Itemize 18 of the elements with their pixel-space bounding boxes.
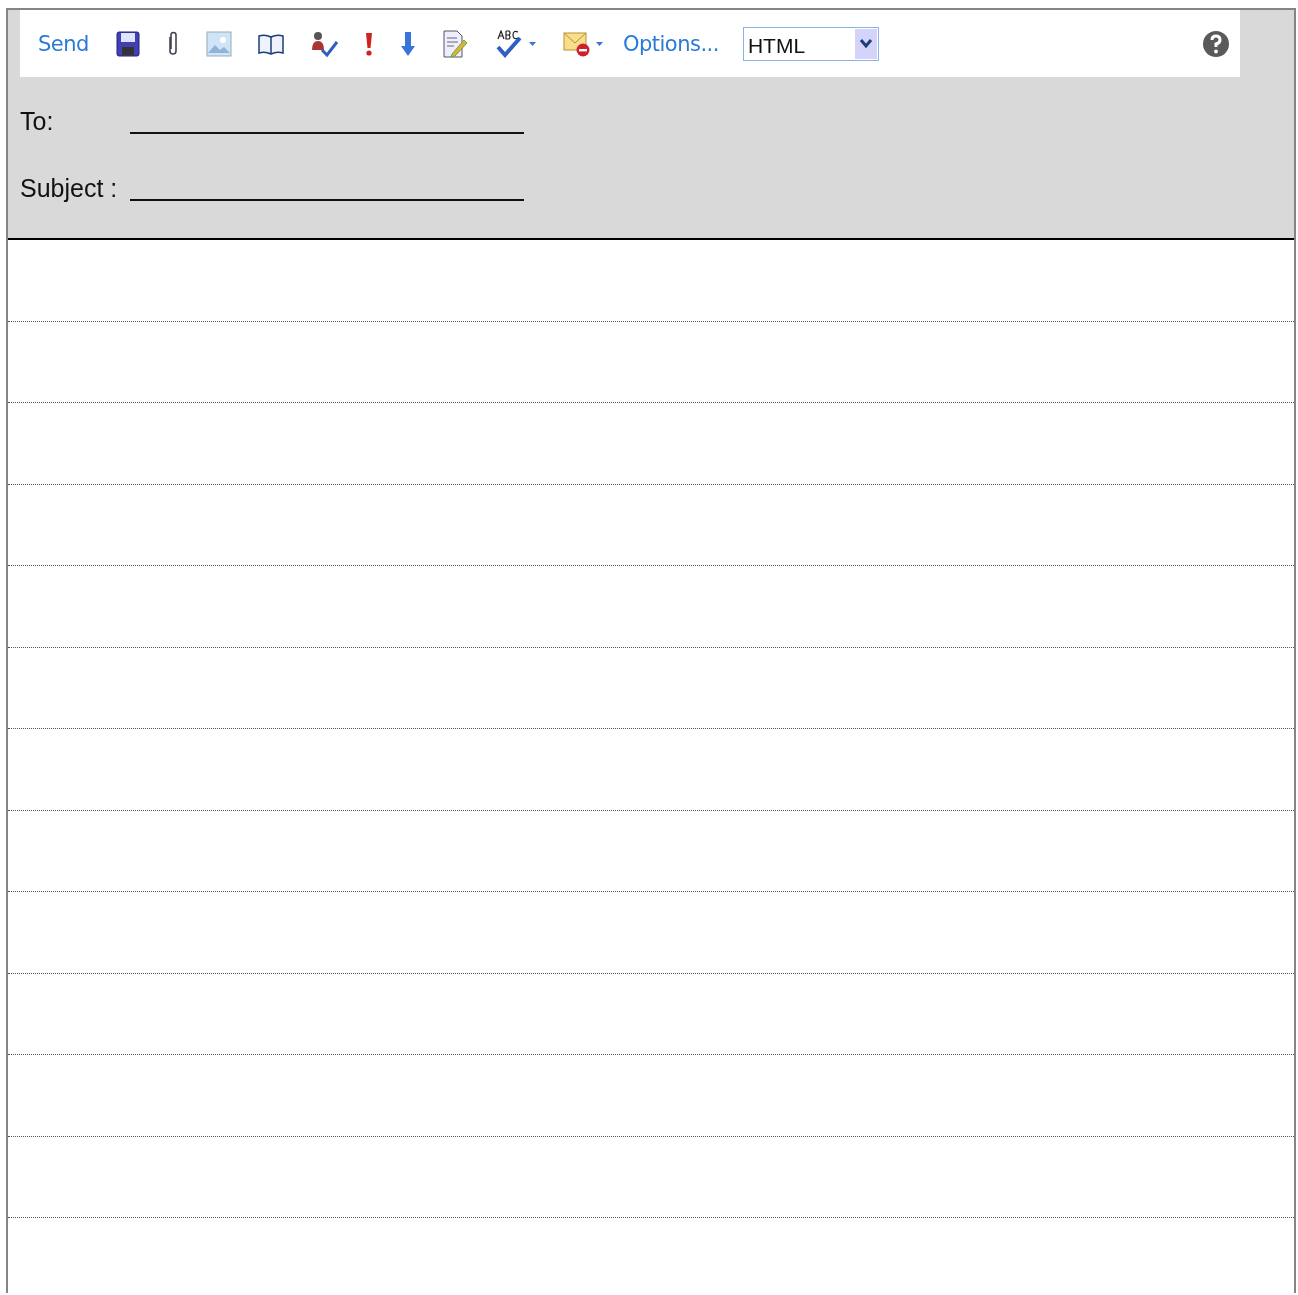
field-label: Subject : [20,174,119,203]
book-icon [257,32,284,55]
chevron-down-icon [854,28,877,59]
person-check-icon [309,29,338,58]
edit-button[interactable] [441,27,468,60]
toolbar-link[interactable]: Options... [616,31,733,56]
envelope-block-icon [562,29,591,58]
caret-icon [594,40,604,47]
document-pencil-icon [441,29,468,58]
field-label: To: [20,107,55,136]
down-arrow-icon [399,30,416,57]
caret-icon [527,40,537,47]
exclamation-icon [363,30,374,57]
help-icon[interactable] [1202,29,1230,58]
format-value: HTML [747,32,806,58]
image-icon [205,30,232,57]
format-dropdown[interactable]: HTML [742,26,879,61]
toolbar-link[interactable]: Send [38,31,103,56]
